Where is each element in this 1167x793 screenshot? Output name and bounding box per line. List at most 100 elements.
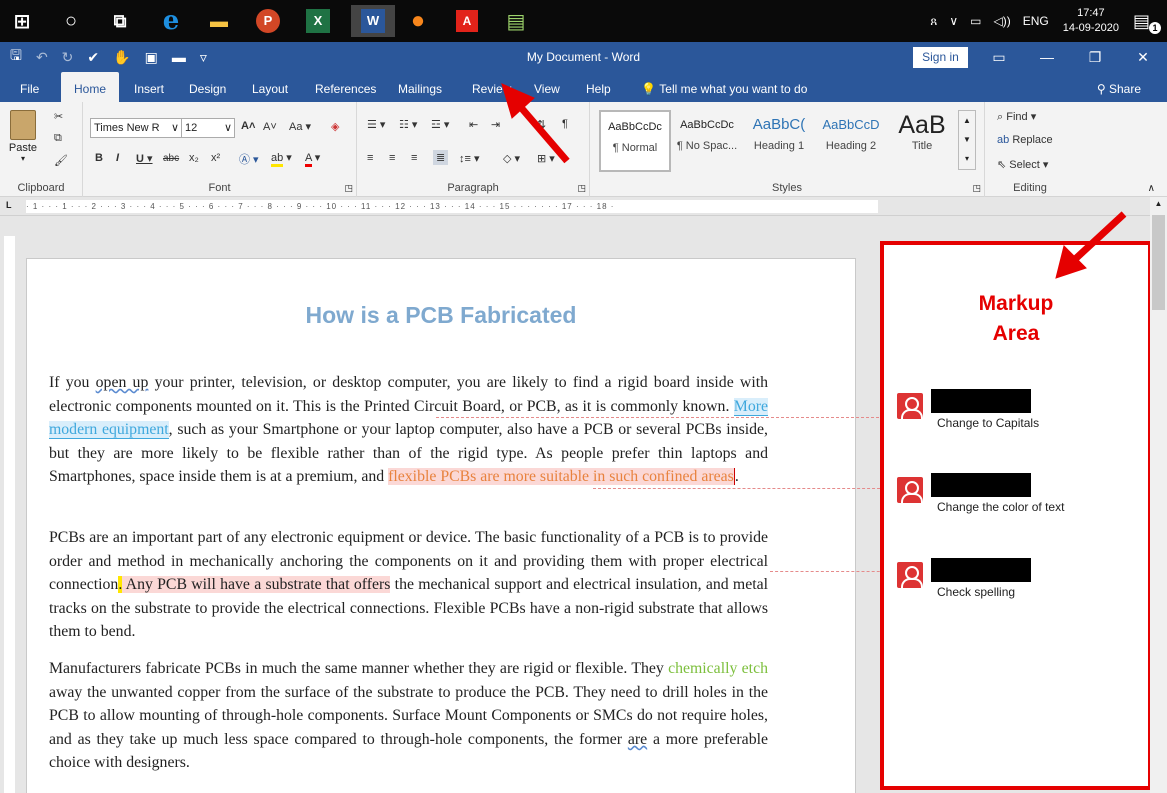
tab-mailings[interactable]: Mailings	[398, 72, 442, 102]
comment-text: Check spelling	[937, 585, 1016, 599]
font-name-combo[interactable]: Times New R ∨	[90, 118, 182, 138]
subscript-icon[interactable]: x₂	[189, 152, 199, 164]
select-button[interactable]: ⇖ Select ▾	[997, 158, 1048, 171]
tab-references[interactable]: References	[315, 72, 376, 102]
minimize-button[interactable]: —	[1023, 42, 1071, 72]
network-icon[interactable]: ▭	[970, 14, 981, 28]
edge-icon[interactable]: e	[155, 5, 187, 37]
restore-button[interactable]: ❐	[1071, 42, 1119, 72]
numbering-icon[interactable]: ☷ ▾	[399, 118, 417, 131]
comment-bubble[interactable]: Check spelling	[897, 558, 1137, 604]
tab-view[interactable]: View	[534, 72, 560, 102]
align-right-icon[interactable]: ≡	[411, 152, 417, 164]
firefox-icon[interactable]: ●	[402, 5, 434, 37]
excel-icon[interactable]: X	[306, 9, 330, 33]
strikethrough-icon[interactable]: abc	[163, 153, 179, 164]
bullets-icon[interactable]: ☰ ▾	[367, 118, 385, 131]
paragraph-1[interactable]: If you open up your printer, television,…	[49, 371, 768, 489]
notification-center-icon[interactable]: ▤ 1	[1133, 11, 1161, 34]
copy-icon[interactable]: ⧉	[54, 132, 62, 145]
tab-design[interactable]: Design	[189, 72, 226, 102]
tab-home[interactable]: Home	[61, 72, 120, 102]
share-button[interactable]: ⚲ Share	[1097, 72, 1141, 106]
shrink-font-icon[interactable]: A˅	[263, 121, 277, 133]
tab-layout[interactable]: Layout	[252, 72, 288, 102]
powerpoint-icon[interactable]: P	[256, 9, 280, 33]
tab-review[interactable]: Review	[472, 72, 511, 102]
file-explorer-icon[interactable]: ▬	[203, 5, 235, 37]
sort-icon[interactable]: ⇅	[537, 118, 546, 131]
sign-in-button[interactable]: Sign in	[913, 47, 968, 68]
collapse-ribbon-icon[interactable]: ∧	[1148, 183, 1155, 194]
style-no-spacing[interactable]: AaBbCcDc ¶ No Spac...	[671, 110, 743, 172]
bold-icon[interactable]: B	[95, 152, 103, 164]
windows-start-icon[interactable]: ⊞	[6, 5, 38, 37]
commented-text-spelling[interactable]: Any PCB will have a substrate that offer…	[122, 576, 391, 594]
tab-insert[interactable]: Insert	[134, 72, 164, 102]
horizontal-ruler[interactable]: L · 1 · · · 1 · · · 2 · · · 3 · · · 4 · …	[0, 197, 1150, 216]
comment-bubble[interactable]: Change to Capitals	[897, 389, 1137, 435]
vertical-ruler[interactable]	[0, 216, 18, 793]
align-center-icon[interactable]: ≡	[389, 152, 395, 164]
highlight-color-icon[interactable]: ab ▾	[271, 151, 292, 167]
show-formatting-icon[interactable]: ¶	[562, 118, 568, 130]
style-heading-1[interactable]: AaBbC( Heading 1	[743, 110, 815, 172]
people-icon[interactable]: ጸ	[930, 14, 937, 29]
increase-indent-icon[interactable]: ⇥	[491, 118, 500, 131]
paragraph-2[interactable]: PCBs are an important part of any electr…	[49, 526, 768, 644]
ribbon-display-options-icon[interactable]: ▭	[975, 42, 1023, 72]
vertical-scrollbar[interactable]: ▲	[1150, 197, 1167, 793]
align-left-icon[interactable]: ≡	[367, 152, 373, 164]
justify-icon[interactable]: ≣	[433, 150, 449, 165]
tell-me-search[interactable]: 💡 Tell me what you want to do	[641, 72, 807, 106]
tab-file[interactable]: File	[20, 72, 39, 102]
grow-font-icon[interactable]: A˄	[241, 120, 255, 132]
document-page[interactable]: How is a PCB Fabricated If you open up y…	[26, 258, 856, 793]
comment-bubble[interactable]: Change the color of text	[897, 473, 1137, 519]
scrollbar-thumb[interactable]	[1152, 215, 1165, 310]
styles-gallery-scroll[interactable]: ▲ ▼ ▾	[958, 110, 976, 170]
cut-icon[interactable]: ✂	[54, 110, 63, 123]
clear-formatting-icon[interactable]: ◈	[331, 120, 339, 133]
language-indicator[interactable]: ENG	[1023, 14, 1049, 28]
paste-button[interactable]: Paste ▾	[6, 110, 40, 170]
decrease-indent-icon[interactable]: ⇤	[469, 118, 478, 131]
borders-icon[interactable]: ⊞ ▾	[537, 152, 555, 165]
dialog-launcher-icon[interactable]: ◳	[972, 183, 981, 194]
task-view-icon[interactable]: ⧉	[104, 5, 136, 37]
close-button[interactable]: ✕	[1119, 42, 1167, 72]
paragraph-3[interactable]: Manufacturers fabricate PCBs in much the…	[49, 657, 768, 775]
underline-icon[interactable]: U ▾	[136, 152, 153, 165]
word-icon[interactable]: W	[361, 9, 385, 33]
tab-selector[interactable]: L	[6, 200, 12, 210]
search-circle-icon[interactable]: ○	[55, 5, 87, 37]
scroll-up-icon[interactable]: ▲	[1150, 197, 1167, 211]
tab-help[interactable]: Help	[586, 72, 611, 102]
notepad-icon[interactable]: ▤	[500, 5, 532, 37]
change-case-button[interactable]: Aa ▾	[289, 120, 311, 133]
style-heading-2[interactable]: AaBbCcD Heading 2	[815, 110, 887, 172]
volume-icon[interactable]: ◁))	[993, 14, 1010, 28]
chevron-up-icon[interactable]: ∨	[949, 14, 958, 28]
text-run: your printer, television, or desktop com…	[49, 374, 769, 415]
clock[interactable]: 17:47 14-09-2020	[1063, 6, 1119, 36]
styles-group: AaBbCcDc ¶ Normal AaBbCcDc ¶ No Spac... …	[590, 102, 985, 197]
style-title[interactable]: AaB Title	[886, 110, 958, 172]
dialog-launcher-icon[interactable]: ◳	[577, 183, 586, 194]
superscript-icon[interactable]: x²	[211, 152, 220, 164]
find-button[interactable]: ⌕ Find ▾	[997, 110, 1036, 124]
editing-group-label: Editing	[1013, 182, 1047, 194]
font-color-icon[interactable]: A ▾	[305, 151, 320, 167]
text-effects-icon[interactable]: Ⓐ ▾	[239, 151, 259, 167]
multilevel-list-icon[interactable]: ☲ ▾	[431, 118, 449, 131]
dialog-launcher-icon[interactable]: ◳	[344, 183, 353, 194]
acrobat-icon[interactable]: A	[456, 10, 478, 32]
font-size-combo[interactable]: 12 ∨	[181, 118, 235, 138]
line-spacing-icon[interactable]: ↕≡ ▾	[459, 152, 480, 165]
format-painter-icon[interactable]: 🖌	[54, 154, 68, 167]
italic-icon[interactable]: I	[116, 152, 119, 164]
replace-button[interactable]: ab Replace	[997, 134, 1053, 146]
commented-text-color[interactable]: flexible PCBs are more suitable in such …	[388, 468, 735, 486]
shading-icon[interactable]: ◇ ▾	[503, 152, 520, 165]
style-normal[interactable]: AaBbCcDc ¶ Normal	[599, 110, 671, 172]
